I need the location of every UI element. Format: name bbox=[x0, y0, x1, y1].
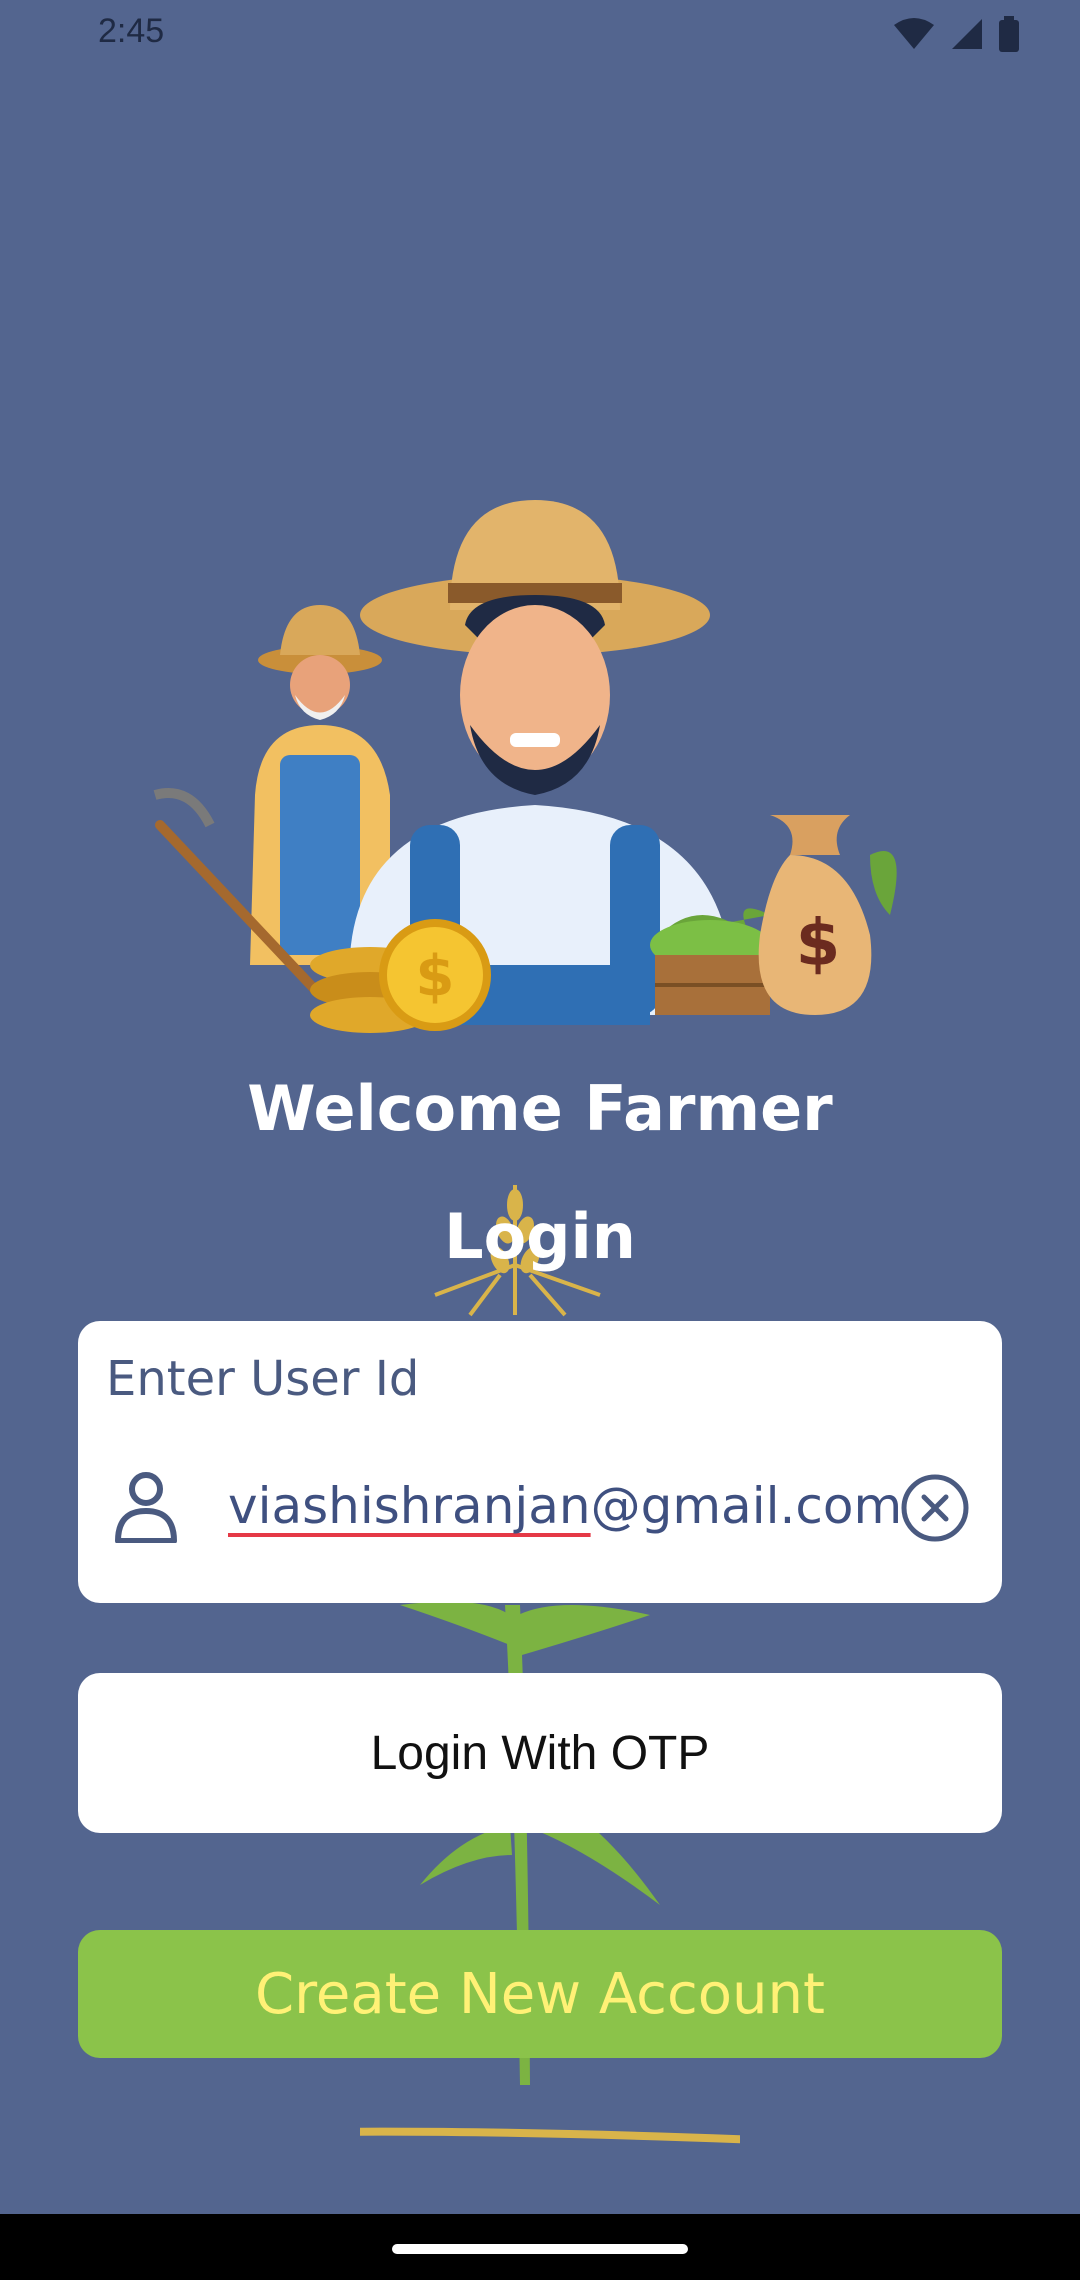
create-new-account-button[interactable]: Create New Account bbox=[78, 1930, 1002, 2058]
user-id-value-underlined: viashishranjan bbox=[228, 1477, 591, 1535]
signal-icon bbox=[952, 19, 982, 49]
status-bar: 2:45 bbox=[0, 0, 1080, 66]
user-id-input[interactable]: viashishranjan@gmail.com bbox=[228, 1477, 902, 1535]
status-icons bbox=[892, 16, 1020, 52]
person-icon bbox=[115, 1472, 177, 1543]
navigation-bar bbox=[0, 2214, 1080, 2280]
money-bag: $ bbox=[758, 815, 897, 1015]
user-id-field[interactable]: Enter User Id viashishranjan@gmail.com bbox=[78, 1321, 1002, 1603]
user-id-label: Enter User Id bbox=[106, 1351, 420, 1407]
svg-text:$: $ bbox=[416, 944, 455, 1009]
battery-icon bbox=[999, 16, 1019, 52]
login-with-otp-button[interactable]: Login With OTP bbox=[78, 1673, 1002, 1833]
home-gesture-handle[interactable] bbox=[392, 2244, 688, 2254]
login-title: Login bbox=[444, 1200, 636, 1273]
welcome-title: Welcome Farmer bbox=[247, 1072, 833, 1145]
status-time: 2:45 bbox=[98, 12, 165, 50]
wifi-icon bbox=[894, 18, 934, 49]
clear-icon[interactable] bbox=[900, 1473, 970, 1543]
svg-text:$: $ bbox=[796, 907, 841, 981]
farmer-illustration: $ $ bbox=[153, 500, 897, 1033]
user-id-value-domain: @gmail.com bbox=[590, 1477, 903, 1535]
